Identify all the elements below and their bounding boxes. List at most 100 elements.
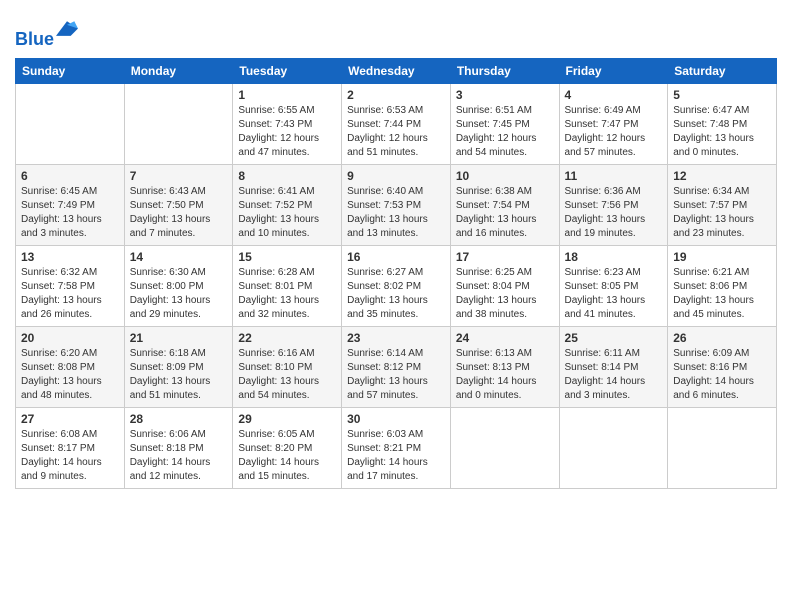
day-info: Sunrise: 6:47 AM Sunset: 7:48 PM Dayligh…: [673, 104, 771, 160]
day-number: 24: [456, 331, 554, 345]
calendar-cell: 29Sunrise: 6:05 AM Sunset: 8:20 PM Dayli…: [233, 407, 342, 488]
day-info: Sunrise: 6:41 AM Sunset: 7:52 PM Dayligh…: [238, 185, 336, 241]
week-row-2: 6 Sunrise: 6:45 AM Sunset: 7:49 PM Daylig…: [16, 164, 777, 245]
calendar-cell: 23 Sunrise: 6:14 AM Sunset: 8:12 PM Dayli…: [342, 326, 451, 407]
day-info: Sunrise: 6:18 AM Sunset: 8:09 PM Dayligh…: [130, 347, 228, 403]
day-number: 20: [21, 331, 119, 345]
day-number: 21: [130, 331, 228, 345]
logo-blue-text: Blue: [15, 29, 54, 49]
calendar-cell: [450, 407, 559, 488]
calendar-cell: [124, 83, 233, 164]
calendar-cell: [559, 407, 668, 488]
day-number: 18: [565, 250, 663, 264]
day-info: Sunrise: 6:28 AM Sunset: 8:01 PM Dayligh…: [238, 266, 336, 322]
day-number: 17: [456, 250, 554, 264]
day-info: Sunrise: 6:38 AM Sunset: 7:54 PM Dayligh…: [456, 185, 554, 241]
day-number: 7: [130, 169, 228, 183]
day-info: Sunrise: 6:30 AM Sunset: 8:00 PM Dayligh…: [130, 266, 228, 322]
calendar-cell: 5 Sunrise: 6:47 AM Sunset: 7:48 PM Daylig…: [668, 83, 777, 164]
day-info: Sunrise: 6:27 AM Sunset: 8:02 PM Dayligh…: [347, 266, 445, 322]
day-number: 2: [347, 88, 445, 102]
week-row-3: 13Sunrise: 6:32 AM Sunset: 7:58 PM Dayli…: [16, 245, 777, 326]
calendar-cell: 18 Sunrise: 6:23 AM Sunset: 8:05 PM Dayli…: [559, 245, 668, 326]
day-info: Sunrise: 6:21 AM Sunset: 8:06 PM Dayligh…: [673, 266, 771, 322]
day-number: 12: [673, 169, 771, 183]
page: Blue SundayMondayTuesdayWednesdayThursda…: [0, 0, 792, 612]
day-number: 26: [673, 331, 771, 345]
day-info: Sunrise: 6:32 AM Sunset: 7:58 PM Dayligh…: [21, 266, 119, 322]
day-number: 9: [347, 169, 445, 183]
logo-icon: [56, 19, 78, 41]
calendar-cell: 7 Sunrise: 6:43 AM Sunset: 7:50 PM Daylig…: [124, 164, 233, 245]
day-info: Sunrise: 6:34 AM Sunset: 7:57 PM Dayligh…: [673, 185, 771, 241]
day-info: Sunrise: 6:55 AM Sunset: 7:43 PM Dayligh…: [238, 104, 336, 160]
calendar-cell: 22Sunrise: 6:16 AM Sunset: 8:10 PM Dayli…: [233, 326, 342, 407]
calendar-cell: 14 Sunrise: 6:30 AM Sunset: 8:00 PM Dayli…: [124, 245, 233, 326]
day-number: 3: [456, 88, 554, 102]
day-info: Sunrise: 6:06 AM Sunset: 8:18 PM Dayligh…: [130, 428, 228, 484]
day-number: 27: [21, 412, 119, 426]
day-number: 14: [130, 250, 228, 264]
day-number: 29: [238, 412, 336, 426]
calendar-table: SundayMondayTuesdayWednesdayThursdayFrid…: [15, 58, 777, 489]
calendar-cell: 13Sunrise: 6:32 AM Sunset: 7:58 PM Dayli…: [16, 245, 125, 326]
day-number: 28: [130, 412, 228, 426]
day-info: Sunrise: 6:11 AM Sunset: 8:14 PM Dayligh…: [565, 347, 663, 403]
day-info: Sunrise: 6:53 AM Sunset: 7:44 PM Dayligh…: [347, 104, 445, 160]
calendar-cell: 17Sunrise: 6:25 AM Sunset: 8:04 PM Dayli…: [450, 245, 559, 326]
day-info: Sunrise: 6:03 AM Sunset: 8:21 PM Dayligh…: [347, 428, 445, 484]
week-row-5: 27 Sunrise: 6:08 AM Sunset: 8:17 PM Dayli…: [16, 407, 777, 488]
calendar-cell: 19 Sunrise: 6:21 AM Sunset: 8:06 PM Dayli…: [668, 245, 777, 326]
calendar-cell: 6 Sunrise: 6:45 AM Sunset: 7:49 PM Daylig…: [16, 164, 125, 245]
day-info: Sunrise: 6:51 AM Sunset: 7:45 PM Dayligh…: [456, 104, 554, 160]
calendar-cell: 9 Sunrise: 6:40 AM Sunset: 7:53 PM Daylig…: [342, 164, 451, 245]
day-number: 25: [565, 331, 663, 345]
calendar-cell: 24 Sunrise: 6:13 AM Sunset: 8:13 PM Dayli…: [450, 326, 559, 407]
day-number: 19: [673, 250, 771, 264]
day-info: Sunrise: 6:43 AM Sunset: 7:50 PM Dayligh…: [130, 185, 228, 241]
col-header-tuesday: Tuesday: [233, 58, 342, 83]
col-header-friday: Friday: [559, 58, 668, 83]
day-info: Sunrise: 6:14 AM Sunset: 8:12 PM Dayligh…: [347, 347, 445, 403]
day-number: 6: [21, 169, 119, 183]
day-info: Sunrise: 6:13 AM Sunset: 8:13 PM Dayligh…: [456, 347, 554, 403]
day-number: 23: [347, 331, 445, 345]
day-number: 1: [238, 88, 336, 102]
calendar-cell: 28 Sunrise: 6:06 AM Sunset: 8:18 PM Dayli…: [124, 407, 233, 488]
calendar-cell: 2 Sunrise: 6:53 AM Sunset: 7:44 PM Daylig…: [342, 83, 451, 164]
calendar-cell: 11Sunrise: 6:36 AM Sunset: 7:56 PM Dayli…: [559, 164, 668, 245]
calendar-cell: [16, 83, 125, 164]
day-info: Sunrise: 6:40 AM Sunset: 7:53 PM Dayligh…: [347, 185, 445, 241]
day-info: Sunrise: 6:45 AM Sunset: 7:49 PM Dayligh…: [21, 185, 119, 241]
day-info: Sunrise: 6:23 AM Sunset: 8:05 PM Dayligh…: [565, 266, 663, 322]
day-number: 8: [238, 169, 336, 183]
col-header-monday: Monday: [124, 58, 233, 83]
calendar-cell: 21 Sunrise: 6:18 AM Sunset: 8:09 PM Dayli…: [124, 326, 233, 407]
calendar-cell: 10Sunrise: 6:38 AM Sunset: 7:54 PM Dayli…: [450, 164, 559, 245]
col-header-saturday: Saturday: [668, 58, 777, 83]
calendar-header-row: SundayMondayTuesdayWednesdayThursdayFrid…: [16, 58, 777, 83]
day-info: Sunrise: 6:49 AM Sunset: 7:47 PM Dayligh…: [565, 104, 663, 160]
calendar-cell: [668, 407, 777, 488]
day-info: Sunrise: 6:09 AM Sunset: 8:16 PM Dayligh…: [673, 347, 771, 403]
day-number: 5: [673, 88, 771, 102]
calendar-cell: 26 Sunrise: 6:09 AM Sunset: 8:16 PM Dayli…: [668, 326, 777, 407]
calendar-cell: 3 Sunrise: 6:51 AM Sunset: 7:45 PM Daylig…: [450, 83, 559, 164]
day-info: Sunrise: 6:36 AM Sunset: 7:56 PM Dayligh…: [565, 185, 663, 241]
week-row-4: 20 Sunrise: 6:20 AM Sunset: 8:08 PM Dayli…: [16, 326, 777, 407]
calendar-cell: 8 Sunrise: 6:41 AM Sunset: 7:52 PM Daylig…: [233, 164, 342, 245]
calendar-cell: 20 Sunrise: 6:20 AM Sunset: 8:08 PM Dayli…: [16, 326, 125, 407]
logo-blue-label: Blue: [15, 29, 54, 49]
day-number: 15: [238, 250, 336, 264]
day-number: 4: [565, 88, 663, 102]
calendar-cell: 25 Sunrise: 6:11 AM Sunset: 8:14 PM Dayli…: [559, 326, 668, 407]
col-header-wednesday: Wednesday: [342, 58, 451, 83]
calendar-cell: 16Sunrise: 6:27 AM Sunset: 8:02 PM Dayli…: [342, 245, 451, 326]
day-info: Sunrise: 6:08 AM Sunset: 8:17 PM Dayligh…: [21, 428, 119, 484]
col-header-thursday: Thursday: [450, 58, 559, 83]
col-header-sunday: Sunday: [16, 58, 125, 83]
day-info: Sunrise: 6:20 AM Sunset: 8:08 PM Dayligh…: [21, 347, 119, 403]
calendar-cell: 1 Sunrise: 6:55 AM Sunset: 7:43 PM Daylig…: [233, 83, 342, 164]
calendar-cell: 27 Sunrise: 6:08 AM Sunset: 8:17 PM Dayli…: [16, 407, 125, 488]
calendar-cell: 15 Sunrise: 6:28 AM Sunset: 8:01 PM Dayli…: [233, 245, 342, 326]
